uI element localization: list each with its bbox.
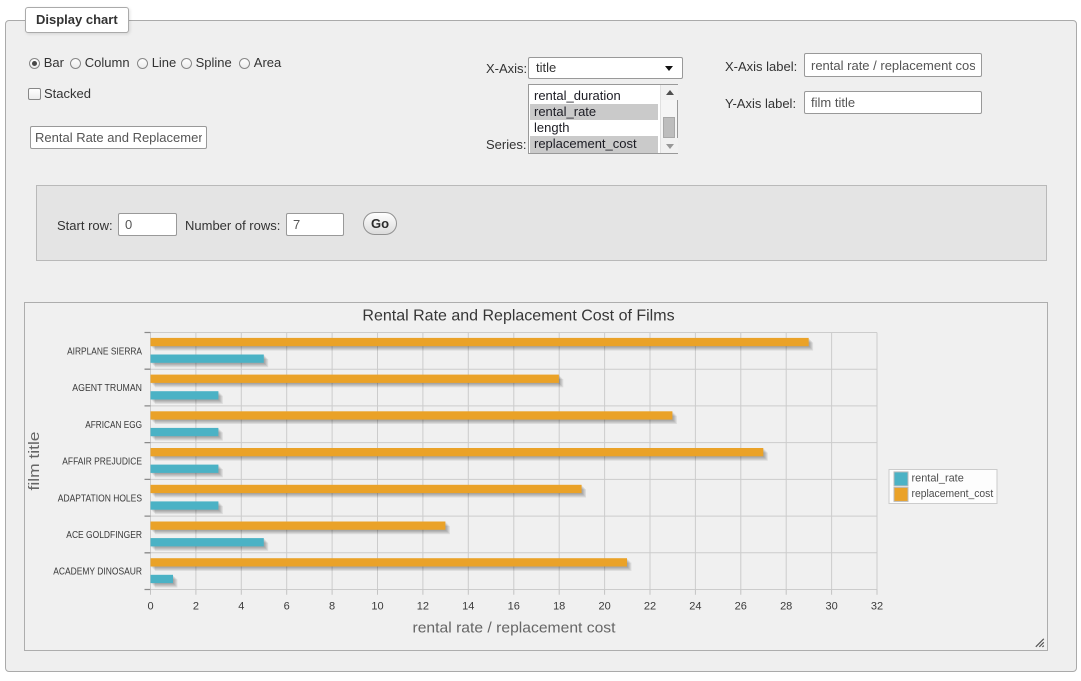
svg-text:20: 20 [598, 601, 610, 613]
svg-text:AFFAIR PREJUDICE: AFFAIR PREJUDICE [62, 457, 142, 468]
svg-text:0: 0 [147, 601, 153, 613]
svg-text:replacement_cost: replacement_cost [912, 488, 994, 500]
svg-text:4: 4 [238, 601, 244, 613]
svg-text:8: 8 [329, 601, 335, 613]
svg-text:10: 10 [371, 601, 383, 613]
svg-text:ACE GOLDFINGER: ACE GOLDFINGER [66, 530, 142, 541]
svg-text:AFRICAN EGG: AFRICAN EGG [85, 420, 142, 431]
svg-text:26: 26 [735, 601, 747, 613]
svg-text:Rental Rate and Replacement Co: Rental Rate and Replacement Cost of Film… [362, 308, 674, 325]
svg-text:16: 16 [508, 601, 520, 613]
svg-text:28: 28 [780, 601, 792, 613]
svg-text:24: 24 [689, 601, 701, 613]
svg-text:rental_rate: rental_rate [912, 473, 964, 485]
svg-text:2: 2 [193, 601, 199, 613]
svg-text:ACADEMY DINOSAUR: ACADEMY DINOSAUR [53, 567, 142, 578]
svg-text:12: 12 [417, 601, 429, 613]
svg-text:ADAPTATION HOLES: ADAPTATION HOLES [58, 493, 142, 504]
svg-text:14: 14 [462, 601, 474, 613]
svg-text:32: 32 [871, 601, 883, 613]
svg-text:AIRPLANE SIERRA: AIRPLANE SIERRA [67, 347, 142, 358]
svg-text:22: 22 [644, 601, 656, 613]
svg-text:6: 6 [284, 601, 290, 613]
svg-text:AGENT TRUMAN: AGENT TRUMAN [72, 383, 142, 394]
svg-text:30: 30 [825, 601, 837, 613]
svg-text:film title: film title [26, 432, 43, 491]
svg-text:rental rate / replacement cost: rental rate / replacement cost [413, 620, 617, 637]
svg-text:18: 18 [553, 601, 565, 613]
